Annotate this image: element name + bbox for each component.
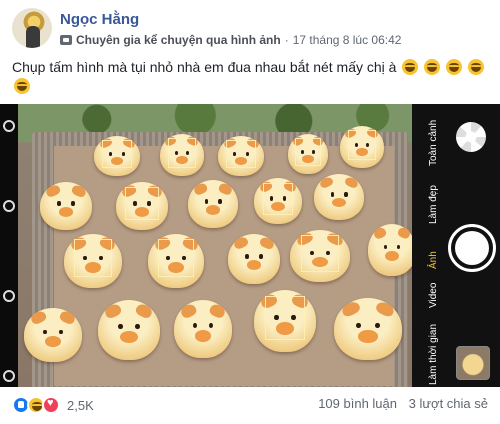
reaction-count: 2,5K [67, 397, 94, 413]
face-detection-box [226, 140, 256, 168]
pig-bun [188, 180, 238, 228]
mode-photo[interactable]: Ảnh [428, 251, 439, 269]
laughing-emoji-icon [14, 78, 30, 94]
laughing-emoji-icon [424, 59, 441, 75]
post-header: Ngọc Hằng Chuyên gia kể chuyện qua hình … [12, 8, 488, 52]
mode-video[interactable]: Video [428, 283, 439, 308]
grid-icon[interactable] [3, 290, 15, 302]
shutter-button[interactable] [448, 224, 496, 272]
engagement-counts: 109 bình luận 3 lượt chia sẻ [318, 396, 488, 411]
face-detection-box [125, 186, 159, 221]
badge-icon [60, 35, 72, 45]
comment-count[interactable]: 109 bình luận [318, 396, 397, 411]
post-timestamp[interactable]: 17 tháng 8 lúc 06:42 [293, 33, 402, 47]
camera-left-toolbar [0, 104, 18, 387]
face-detection-box [74, 239, 112, 278]
laughing-emoji-icon [446, 59, 463, 75]
post-photo[interactable]: Toàn cảnh Làm đẹp Ảnh Video Làm thời gia… [0, 104, 500, 387]
pig-bun [98, 300, 160, 360]
flash-icon[interactable] [3, 370, 15, 382]
face-detection-box [158, 239, 194, 278]
mode-timelapse[interactable]: Làm thời gian [428, 324, 439, 385]
post-caption: Chụp tấm hình mà tụi nhỏ nhà em đua nhau… [12, 59, 397, 75]
pig-bun [334, 298, 402, 360]
face-detection-box [300, 235, 340, 272]
pig-bun [40, 182, 92, 230]
laughing-emoji-icon [402, 59, 419, 75]
meta-separator: · [284, 33, 289, 47]
camera-controls: Toàn cảnh Làm đẹp Ảnh Video Làm thời gia… [412, 104, 500, 387]
timer-icon[interactable] [3, 200, 15, 212]
gallery-thumbnail[interactable] [456, 346, 490, 380]
badge-label[interactable]: Chuyên gia kể chuyện qua hình ảnh [76, 33, 281, 47]
post-footer: 2,5K 109 bình luận 3 lượt chia sẻ [12, 395, 488, 417]
pig-bun [24, 308, 82, 362]
pig-bun [228, 234, 280, 284]
face-detection-box [347, 130, 377, 160]
post-meta: Chuyên gia kể chuyện qua hình ảnh · 17 t… [60, 33, 401, 47]
laughing-emoji-icon [468, 59, 485, 75]
share-count[interactable]: 3 lượt chia sẻ [409, 396, 488, 411]
mode-beauty[interactable]: Làm đẹp [428, 185, 439, 224]
love-icon [42, 396, 60, 414]
camera-flip-icon[interactable] [456, 122, 486, 152]
post-text: Chụp tấm hình mà tụi nhỏ nhà em đua nhau… [12, 58, 488, 96]
face-detection-box [265, 296, 305, 340]
reactions-summary[interactable]: 2,5K [12, 395, 94, 415]
face-detection-box [295, 138, 321, 166]
face-detection-box [167, 138, 197, 168]
pig-bun [368, 224, 412, 276]
mode-panorama[interactable]: Toàn cảnh [428, 120, 439, 166]
face-detection-box [262, 182, 294, 215]
pig-bun [174, 300, 232, 358]
camera-viewfinder [18, 104, 412, 387]
pig-bun [314, 174, 364, 220]
avatar[interactable] [12, 8, 52, 48]
author-name[interactable]: Ngọc Hằng [60, 11, 139, 28]
camera-settings-icon[interactable] [3, 120, 15, 132]
face-detection-box [102, 140, 132, 168]
